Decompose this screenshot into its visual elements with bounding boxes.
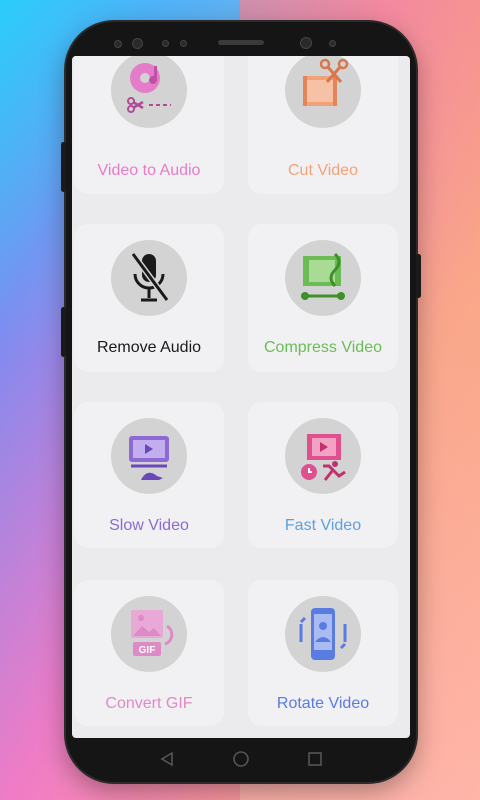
card-video-to-audio[interactable]: Video to Audio — [74, 56, 224, 194]
music-disc-scissors-icon — [111, 56, 187, 128]
compress-film-icon — [285, 240, 361, 316]
card-cut-video[interactable]: Cut Video — [248, 56, 398, 194]
iris-scanner — [300, 37, 312, 49]
card-slow-video[interactable]: Slow Video — [74, 402, 224, 548]
card-compress-video[interactable]: Compress Video — [248, 224, 398, 372]
power-button — [416, 254, 421, 298]
card-rotate-video[interactable]: Rotate Video — [248, 580, 398, 726]
front-camera — [132, 38, 143, 49]
earpiece-speaker — [218, 40, 264, 45]
gif-image-icon: GIF — [111, 596, 187, 672]
card-label: Rotate Video — [276, 695, 370, 712]
android-nav-bar — [72, 738, 410, 780]
card-label: Remove Audio — [96, 339, 202, 356]
svg-text:GIF: GIF — [139, 645, 156, 656]
recents-square-icon[interactable] — [304, 748, 326, 770]
mic-off-icon — [111, 240, 187, 316]
card-label: Video to Audio — [97, 162, 201, 179]
sensor-dot — [329, 40, 336, 47]
card-remove-audio[interactable]: Remove Audio — [74, 224, 224, 372]
sensor-dot — [162, 40, 169, 47]
card-label: Compress Video — [264, 339, 382, 356]
card-label: Convert GIF — [105, 695, 193, 712]
sensor-dot — [114, 40, 122, 48]
slow-video-turtle-icon — [111, 418, 187, 494]
home-circle-icon[interactable] — [230, 748, 252, 770]
back-triangle-icon[interactable] — [156, 748, 178, 770]
card-label: Slow Video — [109, 517, 189, 534]
card-label: Fast Video — [284, 517, 362, 534]
card-label: Cut Video — [288, 162, 358, 179]
card-convert-gif[interactable]: GIF Convert GIF — [74, 580, 224, 726]
card-fast-video[interactable]: Fast Video — [248, 402, 398, 548]
sensor-dot — [180, 40, 187, 47]
app-screen: Video to Audio Cut Video Remove Audio Co… — [72, 56, 410, 738]
volume-up-button — [61, 142, 66, 192]
volume-down-button — [61, 307, 66, 357]
rotate-phone-icon — [285, 596, 361, 672]
fast-video-runner-icon — [285, 418, 361, 494]
film-scissors-icon — [285, 56, 361, 128]
